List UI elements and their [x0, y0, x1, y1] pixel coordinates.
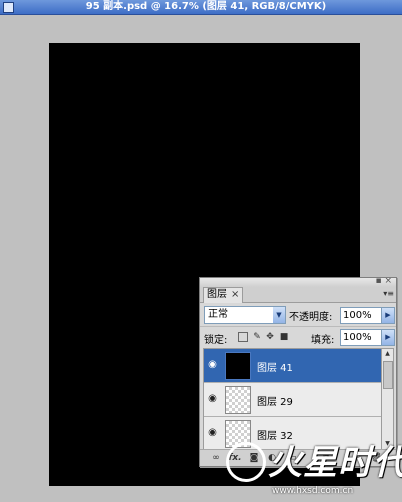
tab-layers[interactable]: 图层 ×: [203, 287, 244, 303]
eye-icon[interactable]: ◉: [206, 358, 219, 371]
opacity-slider-arrow-icon[interactable]: ▶: [381, 307, 395, 324]
panel-tab-row: 图层 × ▾≡: [200, 287, 396, 303]
eye-icon[interactable]: ◉: [206, 426, 219, 439]
lock-label: 锁定:: [204, 335, 228, 346]
blend-opacity-row: 正常 ▼ 不透明度: 100% ▶: [200, 304, 396, 326]
fill-input[interactable]: 100%: [340, 329, 382, 346]
panel-grip-bar[interactable]: ▪ ×: [200, 278, 396, 287]
blend-mode-select[interactable]: 正常 ▼: [204, 306, 286, 324]
layer-thumbnail: [225, 386, 251, 414]
lock-fill-row: 锁定: ✎ ✥ ■ 填充: 100% ▶: [200, 326, 396, 347]
ps-document-icon: [3, 2, 14, 13]
watermark-url: www.hxsd.com.cn: [272, 486, 354, 496]
document-title: 95 副本.psd @ 16.7% (图层 41, RGB/8/CMYK): [85, 1, 327, 12]
layers-panel: ▪ × 图层 × ▾≡ 正常 ▼ 不透明度: 100% ▶ 锁定: ✎ ✥ ■ 填…: [199, 277, 397, 467]
eye-icon[interactable]: ◉: [206, 392, 219, 405]
lock-all-icon[interactable]: ■: [279, 332, 289, 342]
scroll-thumb[interactable]: [383, 361, 393, 389]
lock-transparent-pixels-icon[interactable]: [238, 332, 248, 342]
layer-list-scrollbar[interactable]: ▲ ▼: [381, 348, 394, 450]
layer-row[interactable]: ◉ 图层 41: [204, 349, 381, 383]
tab-close-icon[interactable]: ×: [231, 289, 239, 300]
opacity-input[interactable]: 100%: [340, 307, 382, 324]
logo-swirl-icon: [226, 441, 266, 482]
lock-image-pixels-icon[interactable]: ✎: [252, 332, 262, 342]
scroll-up-icon[interactable]: ▲: [382, 349, 393, 359]
layer-row[interactable]: ◉ 图层 29: [204, 383, 381, 417]
layer-thumbnail: [225, 352, 251, 380]
link-icon[interactable]: ∞: [210, 452, 222, 464]
layer-name: 图层 29: [257, 397, 293, 408]
opacity-label: 不透明度:: [289, 312, 333, 323]
blend-mode-value: 正常: [208, 309, 228, 320]
panel-menu-icon[interactable]: ▾≡: [383, 289, 394, 298]
layer-list: ◉ 图层 41 ◉ 图层 29 ◉ 图层 32: [203, 348, 382, 450]
document-title-bar[interactable]: 95 副本.psd @ 16.7% (图层 41, RGB/8/CMYK): [0, 0, 402, 15]
panel-collapse-icon[interactable]: ▪ ×: [375, 278, 392, 286]
tab-layers-label: 图层: [207, 289, 227, 300]
lock-position-icon[interactable]: ✥: [265, 332, 275, 342]
fill-label: 填充:: [311, 335, 335, 346]
fill-slider-arrow-icon[interactable]: ▶: [381, 329, 395, 346]
chevron-down-icon[interactable]: ▼: [273, 307, 285, 323]
watermark-logo: 火星时代: [226, 440, 402, 486]
layer-name: 图层 41: [257, 363, 293, 374]
watermark-logo-text: 火星时代: [268, 443, 402, 483]
